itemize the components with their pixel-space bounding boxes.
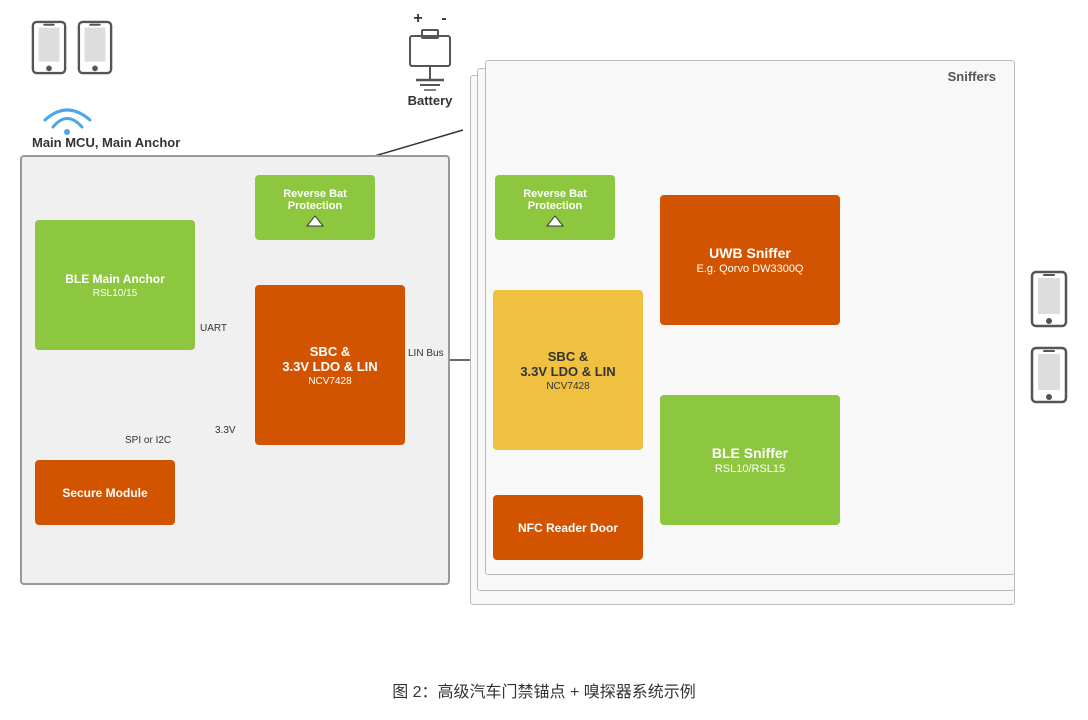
sniffer-label: Sniffers <box>948 69 996 84</box>
ble-sniffer-block: BLE Sniffer RSL10/RSL15 <box>660 395 840 525</box>
ble-main-anchor-title: BLE Main Anchor <box>65 272 165 286</box>
reverse-bat-2-block: Reverse Bat Protection <box>495 175 615 240</box>
nfc-reader-block: NFC Reader Door <box>493 495 643 560</box>
caption: 图 2：高级汽车门禁锚点 + 嗅探器系统示例 <box>0 678 1088 702</box>
battery-label: Battery <box>400 93 460 108</box>
sbc-sniffer-block: SBC & 3.3V LDO & LIN NCV7428 <box>493 290 643 450</box>
phone-right-2 <box>1030 346 1068 404</box>
uwb-sniffer-title: UWB Sniffer <box>709 245 791 261</box>
uwb-sniffer-subtitle: E.g. Qorvo DW3300Q <box>697 263 804 275</box>
linbus-label: LIN Bus <box>408 348 444 359</box>
sbc-sniffer-subtitle: NCV7428 <box>546 381 589 392</box>
secure-module-block: Secure Module <box>35 460 175 525</box>
uwb-sniffer-block: UWB Sniffer E.g. Qorvo DW3300Q <box>660 195 840 325</box>
sbc-main-subtitle: NCV7428 <box>308 376 351 387</box>
secure-module-title: Secure Module <box>62 486 147 500</box>
v33-1-label: 3.3V <box>215 425 236 436</box>
wifi-icon-left <box>40 90 95 140</box>
diagram-container: + - Battery Main MCU, Main Anchor Sniffe… <box>0 0 1088 720</box>
phones-topleft <box>30 20 114 75</box>
reverse-bat-1-title: Reverse Bat Protection <box>259 188 371 212</box>
nfc-reader-title: NFC Reader Door <box>518 521 618 535</box>
sbc-main-block: SBC & 3.3V LDO & LIN NCV7428 <box>255 285 405 445</box>
uart1-label: UART <box>200 323 227 334</box>
reverse-bat-1-block: Reverse Bat Protection <box>255 175 375 240</box>
sbc-sniffer-title: SBC & 3.3V LDO & LIN <box>520 349 615 379</box>
ble-main-anchor-subtitle: RSL10/15 <box>93 288 137 299</box>
reverse-bat-2-title: Reverse Bat Protection <box>499 188 611 212</box>
phones-right <box>1030 270 1068 404</box>
phone-icon-2 <box>76 20 114 75</box>
phone-right-1 <box>1030 270 1068 328</box>
spi-i2c1-label: SPI or I2C <box>125 435 171 446</box>
sbc-main-title: SBC & 3.3V LDO & LIN <box>282 344 377 374</box>
main-mcu-label: Main MCU, Main Anchor <box>32 135 180 150</box>
ble-main-anchor-block: BLE Main Anchor RSL10/15 <box>35 220 195 350</box>
phone-icon-1 <box>30 20 68 75</box>
ble-sniffer-title: BLE Sniffer <box>712 445 788 461</box>
ble-sniffer-subtitle: RSL10/RSL15 <box>715 463 785 475</box>
battery-section: + - Battery <box>400 10 460 108</box>
